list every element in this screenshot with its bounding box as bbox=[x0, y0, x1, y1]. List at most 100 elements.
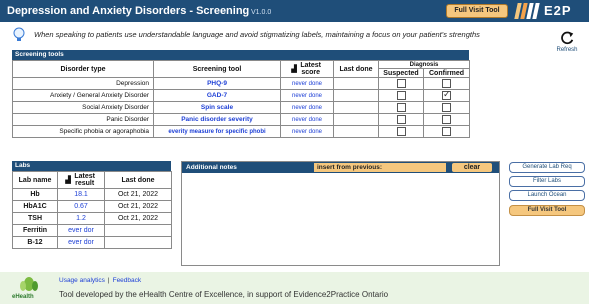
suspected-checkbox[interactable] bbox=[396, 115, 406, 124]
additional-notes-panel[interactable]: Additional notes insert from previous: c… bbox=[181, 161, 500, 266]
table-row: Specific phobia or agoraphobia everity m… bbox=[12, 125, 470, 138]
col-last-done: Last done bbox=[333, 60, 379, 78]
lab-name-cell: Ferritin bbox=[12, 224, 58, 237]
lab-value-cell: ever dor bbox=[57, 224, 105, 237]
disorder-cell: Social Anxiety Disorder bbox=[12, 101, 154, 114]
lab-row: Ferritin ever dor bbox=[12, 224, 172, 237]
logo-text: E2P bbox=[544, 3, 572, 18]
last-done-cell bbox=[333, 101, 379, 114]
col-suspected: Suspected bbox=[378, 68, 424, 78]
col-screening-tool: Screening tool bbox=[153, 60, 281, 78]
latest-score-cell: never done bbox=[280, 101, 334, 114]
page-title: Depression and Anxiety Disorders - Scree… bbox=[7, 5, 250, 17]
suspected-checkbox[interactable] bbox=[396, 127, 406, 136]
disorder-cell: Panic Disorder bbox=[12, 113, 154, 126]
col-disorder-type: Disorder type bbox=[12, 60, 154, 78]
lab-value-cell: 0.67 bbox=[57, 200, 105, 213]
clear-notes-button[interactable]: clear bbox=[452, 163, 492, 172]
col-diagnosis: Diagnosis bbox=[378, 60, 470, 69]
footer-separator: | bbox=[107, 277, 110, 284]
screening-table: Disorder type Screening tool ▟ Latest sc… bbox=[12, 60, 470, 138]
last-done-cell bbox=[333, 113, 379, 126]
screening-tools-label: Screening tools bbox=[12, 50, 469, 60]
footer: eHealth Usage analytics | Feedback Tool de… bbox=[0, 272, 589, 304]
suspected-checkbox[interactable] bbox=[396, 91, 406, 100]
latest-score-cell: never done bbox=[280, 89, 334, 102]
lab-date-cell bbox=[104, 236, 172, 249]
lab-date-cell: Oct 21, 2022 bbox=[104, 188, 172, 201]
col-latest-result: ▟ Latest result bbox=[57, 171, 105, 189]
communication-tip: When speaking to patients use understand… bbox=[12, 27, 542, 43]
lab-row: B-12 ever dor bbox=[12, 236, 172, 249]
ehealth-logo-text: eHealth bbox=[12, 294, 34, 300]
lightbulb-icon bbox=[13, 27, 25, 41]
disorder-cell: Anxiety / General Anxiety Disorder bbox=[12, 89, 154, 102]
disorder-cell: Depression bbox=[12, 77, 154, 90]
labs-label: Labs bbox=[12, 161, 171, 171]
confirmed-checkbox[interactable] bbox=[442, 103, 451, 112]
lab-value-cell: 18.1 bbox=[57, 188, 105, 201]
last-done-cell bbox=[333, 125, 379, 138]
table-row: Social Anxiety Disorder Spin scale never… bbox=[12, 101, 470, 114]
feedback-link[interactable]: Feedback bbox=[113, 277, 142, 284]
table-row: Anxiety / General Anxiety Disorder GAD-7… bbox=[12, 89, 470, 102]
latest-score-label: Latest score bbox=[300, 62, 321, 76]
lab-name-cell: Hb bbox=[12, 188, 58, 201]
lab-date-cell bbox=[104, 224, 172, 237]
labs-table: Lab name ▟ Latest result Last done Hb 18… bbox=[12, 171, 172, 249]
table-row: Panic Disorder Panic disorder severity n… bbox=[12, 113, 470, 126]
lab-date-cell: Oct 21, 2022 bbox=[104, 212, 172, 225]
refresh-button[interactable]: Refresh bbox=[552, 30, 582, 60]
latest-score-cell: never done bbox=[280, 77, 334, 90]
screening-tool-link[interactable]: PHQ-9 bbox=[153, 77, 281, 90]
tip-text: When speaking to patients use understand… bbox=[34, 30, 480, 39]
chart-icon: ▟ bbox=[65, 176, 71, 184]
screening-tool-link[interactable]: Spin scale bbox=[153, 101, 281, 114]
full-visit-tool-side-button[interactable]: Full Visit Tool bbox=[509, 205, 585, 216]
confirmed-checkbox[interactable] bbox=[442, 127, 451, 136]
lab-value-cell: 1.2 bbox=[57, 212, 105, 225]
suspected-checkbox[interactable] bbox=[396, 103, 406, 112]
launch-ocean-button[interactable]: Launch Ocean bbox=[509, 190, 585, 201]
generate-lab-req-button[interactable]: Generate Lab Req bbox=[509, 162, 585, 173]
refresh-icon bbox=[561, 31, 574, 45]
suspected-checkbox[interactable] bbox=[396, 79, 406, 88]
confirmed-checkbox[interactable] bbox=[442, 115, 451, 124]
last-done-cell bbox=[333, 89, 379, 102]
disorder-cell: Specific phobia or agoraphobia bbox=[12, 125, 154, 138]
full-visit-tool-button[interactable]: Full Visit Tool bbox=[446, 4, 508, 18]
footer-text: Tool developed by the eHealth Centre of … bbox=[59, 290, 389, 299]
confirmed-checkbox[interactable] bbox=[442, 91, 451, 100]
app-header: Depression and Anxiety Disorders - Scree… bbox=[0, 0, 589, 22]
col-confirmed: Confirmed bbox=[423, 68, 470, 78]
lab-row: Hb 18.1 Oct 21, 2022 bbox=[12, 188, 172, 201]
chart-icon: ▟ bbox=[291, 65, 297, 73]
ehealth-logo: eHealth bbox=[12, 276, 46, 302]
version-label: V1.0.0 bbox=[251, 9, 272, 16]
last-done-cell bbox=[333, 77, 379, 90]
col-latest-score: ▟ Latest score bbox=[280, 60, 334, 78]
lab-name-cell: HbA1C bbox=[12, 200, 58, 213]
table-row: Depression PHQ-9 never done bbox=[12, 77, 470, 90]
screening-tool-link[interactable]: Panic disorder severity bbox=[153, 113, 281, 126]
col-lab-last-done: Last done bbox=[104, 171, 172, 189]
e2p-logo: E2P bbox=[514, 3, 586, 19]
refresh-label: Refresh bbox=[556, 47, 578, 53]
lab-row: TSH 1.2 Oct 21, 2022 bbox=[12, 212, 172, 225]
screening-tool-link[interactable]: everity measure for specific phobi bbox=[153, 125, 281, 138]
insert-from-previous-dropdown[interactable]: insert from previous: bbox=[314, 163, 446, 172]
col-lab-name: Lab name bbox=[12, 171, 58, 189]
lab-name-cell: B-12 bbox=[12, 236, 58, 249]
confirmed-checkbox[interactable] bbox=[442, 79, 451, 88]
usage-analytics-link[interactable]: Usage analytics bbox=[59, 277, 105, 284]
filter-labs-button[interactable]: Filter Labs bbox=[509, 176, 585, 187]
latest-score-cell: never done bbox=[280, 125, 334, 138]
lab-row: HbA1C 0.67 Oct 21, 2022 bbox=[12, 200, 172, 213]
latest-result-label: Latest result bbox=[74, 173, 95, 187]
screening-tool-link[interactable]: GAD-7 bbox=[153, 89, 281, 102]
lab-name-cell: TSH bbox=[12, 212, 58, 225]
footer-links: Usage analytics | Feedback bbox=[59, 277, 141, 284]
lab-date-cell: Oct 21, 2022 bbox=[104, 200, 172, 213]
latest-score-cell: never done bbox=[280, 113, 334, 126]
lab-value-cell: ever dor bbox=[57, 236, 105, 249]
